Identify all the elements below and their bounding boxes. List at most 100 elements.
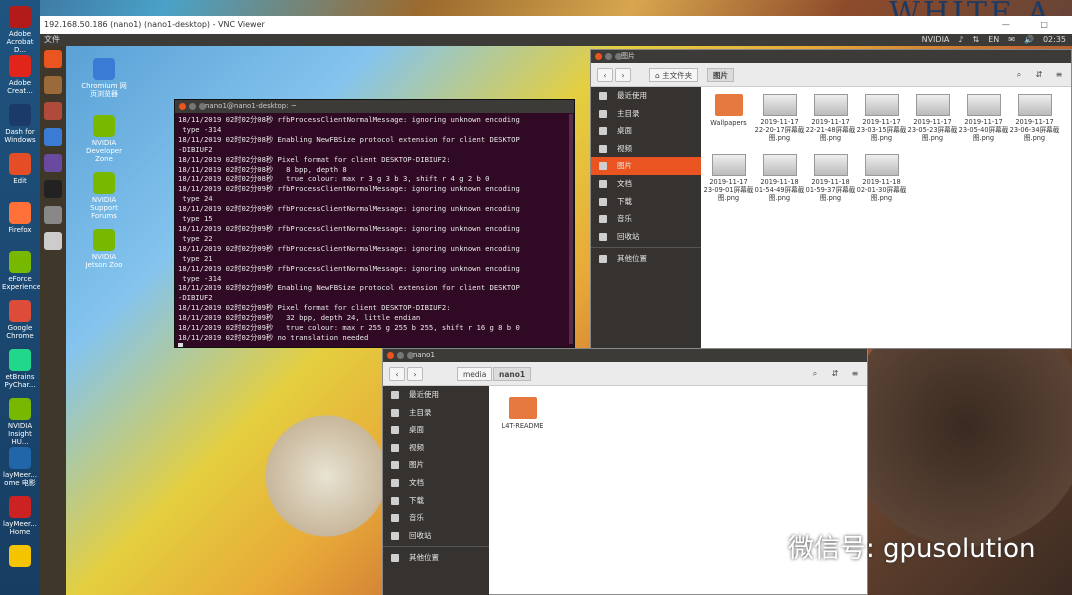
windows-desktop-icon[interactable]: layMeer... ome 电影	[2, 447, 38, 487]
settings-icon[interactable]	[44, 102, 62, 120]
chromium-icon[interactable]	[44, 128, 62, 146]
file-item[interactable]: 2019-11-18 02-01-30屏幕截图.png	[856, 154, 907, 210]
forward-button[interactable]: ›	[615, 68, 631, 82]
maximize-icon[interactable]	[407, 352, 414, 359]
windows-desktop-icon[interactable]	[2, 545, 38, 569]
terminal-icon[interactable]	[44, 180, 62, 198]
windows-desktop-icon[interactable]: Firefox	[2, 202, 38, 234]
tray-item[interactable]: ♪	[958, 34, 963, 46]
windows-desktop-icon[interactable]: layMeer... Home	[2, 496, 38, 536]
view-toggle-icon[interactable]: ⇵	[827, 367, 843, 381]
tray-item[interactable]: ✉	[1008, 34, 1015, 46]
window-buttons[interactable]	[179, 103, 206, 110]
fm-title-bar[interactable]: 图片	[591, 50, 1071, 63]
sidebar-item[interactable]: 主目录	[591, 105, 701, 123]
tray-item[interactable]: 02:35	[1043, 34, 1066, 46]
sidebar-item[interactable]: 视频	[383, 439, 489, 457]
desktop-icon[interactable]: NVIDIA Jetson Zoo	[80, 229, 128, 269]
disk-icon[interactable]	[44, 206, 62, 224]
sidebar-item[interactable]: 最近使用	[383, 386, 489, 404]
close-icon[interactable]	[387, 352, 394, 359]
sidebar-item[interactable]: 下载	[591, 193, 701, 211]
window-buttons[interactable]	[387, 352, 414, 359]
terminal-title-bar[interactable]: nano1@nano1-desktop: ~	[175, 100, 574, 113]
sidebar-item[interactable]: 文档	[591, 175, 701, 193]
windows-desktop-icon[interactable]: Google Chrome	[2, 300, 38, 340]
sidebar-item[interactable]: 图片	[591, 157, 701, 175]
windows-desktop-icon[interactable]: eForce Experience	[2, 251, 41, 291]
tray-item[interactable]: ⇅	[973, 34, 980, 46]
tray-item[interactable]: EN	[988, 34, 999, 46]
crumb-pictures[interactable]: 图片	[707, 68, 734, 82]
file-manager-pictures[interactable]: 图片 ‹ › ⌂ 主文件夹 图片 ⌕ ⇵ ≡ 最近使用 主目录 桌面 视频 图片 文档 下载…	[590, 49, 1072, 349]
crumb-media[interactable]: media	[457, 367, 493, 381]
tray-item[interactable]: 🔊	[1024, 34, 1034, 46]
window-controls[interactable]: — □	[1002, 16, 1062, 34]
minimize-icon[interactable]	[397, 352, 404, 359]
sidebar-item[interactable]: 其他位置	[383, 549, 489, 567]
maximize-icon[interactable]	[199, 103, 206, 110]
crumb-home[interactable]: ⌂ 主文件夹	[649, 68, 699, 82]
search-icon[interactable]: ⌕	[807, 367, 823, 381]
sidebar-item[interactable]: 下载	[383, 492, 489, 510]
crumb-nano1[interactable]: nano1	[493, 367, 532, 381]
minimize-icon[interactable]	[189, 103, 196, 110]
sidebar-item[interactable]: 其他位置	[591, 250, 701, 268]
maximize-icon[interactable]	[615, 53, 622, 60]
sidebar-item[interactable]: 桌面	[591, 122, 701, 140]
emacs-icon[interactable]	[44, 154, 62, 172]
file-item[interactable]: 2019-11-17 23-06-34屏幕截图.png	[1009, 94, 1060, 150]
sidebar-item[interactable]: 回收站	[591, 228, 701, 246]
file-item[interactable]: 2019-11-17 22-20-17屏幕截图.png	[754, 94, 805, 150]
windows-desktop-icon[interactable]: Adobe Acrobat D...	[2, 6, 38, 54]
terminal-scrollbar[interactable]	[569, 114, 573, 344]
back-button[interactable]: ‹	[389, 367, 405, 381]
menu-icon[interactable]: ≡	[847, 367, 863, 381]
file-item[interactable]: 2019-11-18 01-54-49屏幕截图.png	[754, 154, 805, 210]
close-icon[interactable]	[595, 53, 602, 60]
menu-icon[interactable]: ≡	[1051, 68, 1067, 82]
back-button[interactable]: ‹	[597, 68, 613, 82]
minimize-icon[interactable]	[605, 53, 612, 60]
vnc-viewer-window[interactable]: 192.168.50.186 (nano1) (nano1-desktop) -…	[40, 16, 1072, 595]
sidebar-item[interactable]: 视频	[591, 140, 701, 158]
tray-item[interactable]: NVIDIA	[922, 34, 950, 46]
search-icon[interactable]: ⌕	[1011, 68, 1027, 82]
folder-item[interactable]: Wallpapers	[703, 94, 754, 150]
close-icon[interactable]	[179, 103, 186, 110]
terminal-window[interactable]: nano1@nano1-desktop: ~ 18/11/2019 02时02分…	[174, 99, 575, 348]
search-icon[interactable]	[44, 50, 62, 68]
file-item[interactable]: 2019-11-17 23-09-01屏幕截图.png	[703, 154, 754, 210]
windows-desktop-icon[interactable]: Edit	[2, 153, 38, 185]
window-buttons[interactable]	[595, 53, 622, 60]
windows-desktop-icon[interactable]: Adobe Creat...	[2, 55, 38, 95]
sidebar-item[interactable]: 主目录	[383, 404, 489, 422]
sidebar-item[interactable]: 最近使用	[591, 87, 701, 105]
files-icon[interactable]	[44, 76, 62, 94]
desktop-icon[interactable]: NVIDIA Support Forums	[80, 172, 128, 220]
sidebar-item[interactable]: 回收站	[383, 527, 489, 545]
file-item[interactable]: 2019-11-17 22-21-48屏幕截图.png	[805, 94, 856, 150]
file-item[interactable]: 2019-11-18 01-59-37屏幕截图.png	[805, 154, 856, 210]
sidebar-item[interactable]: 桌面	[383, 421, 489, 439]
windows-desktop-icon[interactable]: Dash for Windows	[2, 104, 38, 144]
forward-button[interactable]: ›	[407, 367, 423, 381]
windows-desktop-icon[interactable]: etBrains PyChar...	[2, 349, 38, 389]
windows-desktop-icon[interactable]: NVIDIA Insight HU...	[2, 398, 38, 446]
file-item[interactable]: 2019-11-17 23-05-23屏幕截图.png	[907, 94, 958, 150]
file-item[interactable]: 2019-11-17 23-05-40屏幕截图.png	[958, 94, 1009, 150]
fm-title-bar[interactable]: nano1	[383, 349, 867, 362]
view-toggle-icon[interactable]: ⇵	[1031, 68, 1047, 82]
folder-item[interactable]: L4T-README	[497, 397, 548, 453]
drive-icon[interactable]	[44, 232, 62, 250]
terminal-output[interactable]: 18/11/2019 02时02分08秒 rfbProcessClientNor…	[175, 113, 574, 347]
app-menu[interactable]: 文件	[44, 34, 60, 46]
sidebar-item[interactable]: 音乐	[383, 509, 489, 527]
file-item[interactable]: 2019-11-17 23-03-15屏幕截图.png	[856, 94, 907, 150]
sidebar-item[interactable]: 图片	[383, 456, 489, 474]
sidebar-item[interactable]: 音乐	[591, 210, 701, 228]
vnc-title-bar[interactable]: 192.168.50.186 (nano1) (nano1-desktop) -…	[40, 16, 1072, 34]
desktop-icon[interactable]: Chromium 网页浏览器	[80, 58, 128, 98]
desktop-icon[interactable]: NVIDIA Developer Zone	[80, 115, 128, 163]
sidebar-item[interactable]: 文档	[383, 474, 489, 492]
